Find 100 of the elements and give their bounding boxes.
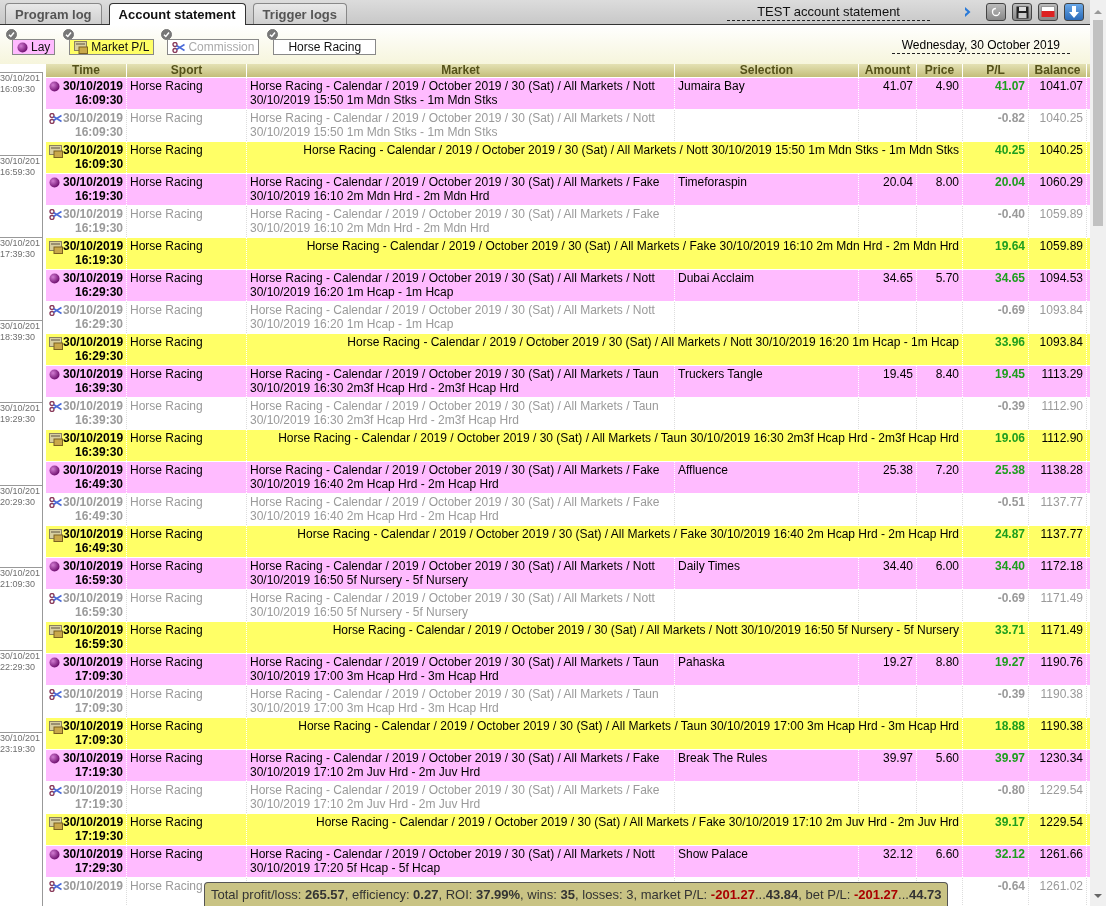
scissors-icon [49, 209, 62, 220]
selection-cell: Jumaira Bay [675, 78, 859, 109]
sport-cell: Horse Racing [127, 110, 247, 141]
table-row[interactable]: 30/10/2019 16:09:30 Horse Racing Horse Racing - Calendar / 2019 / October 2019 / 30 (Sat) / All Markets / Nott 30/10/2019 15:50 1m Mdn Stks - 1m Mdn Stks 40.25 1040.25 [46, 142, 1090, 173]
column-header[interactable]: P/L [963, 64, 1029, 77]
column-header[interactable]: Time [46, 64, 127, 77]
table-row[interactable]: 30/10/2019 16:39:30 Horse Racing Horse Racing - Calendar / 2019 / October 2019 / 30 (Sat) / All Markets / Taun 30/10/2019 16:30 2m3f Hcap Hrd - 2m3f Hcap Hrd Truckers Tangle 19.45 8.40 19.45 1113.29 [46, 366, 1090, 397]
balance-cell: 1172.18 [1029, 558, 1087, 589]
timestamp: 30/10/2019 16:19:30 [62, 175, 123, 203]
tab[interactable]: Program log [5, 3, 102, 24]
dot-icon [17, 41, 28, 53]
column-header[interactable]: Price [917, 64, 963, 77]
sport-cell: Horse Racing [127, 206, 247, 237]
toolbar-button[interactable] [1038, 3, 1058, 21]
table-row[interactable]: 30/10/2019 17:09:30 Horse Racing Horse Racing - Calendar / 2019 / October 2019 / 30 (Sat) / All Markets / Taun 30/10/2019 17:00 3m Hcap Hrd - 3m Hcap Hrd Pahaska 19.27 8.80 19.27 1190.76 [46, 654, 1090, 685]
timeline-label: 30/10/201 19:29:30 [0, 403, 42, 425]
sport-cell: Horse Racing [127, 494, 247, 525]
amount-cell: 39.97 [859, 750, 917, 781]
checkmark-icon[interactable] [161, 29, 173, 40]
price-cell: 5.60 [917, 750, 963, 781]
filter-chip[interactable]: Horse Racing [273, 39, 377, 55]
column-header[interactable]: Amount [859, 64, 917, 77]
checkmark-icon[interactable] [6, 29, 17, 40]
save-button[interactable] [1012, 3, 1032, 21]
pl-cell: -0.80 [963, 782, 1029, 813]
pl-cell: 41.07 [963, 78, 1029, 109]
chevron-icon[interactable] [964, 6, 972, 18]
table-row[interactable]: 30/10/2019 17:09:30 Horse Racing Horse Racing - Calendar / 2019 / October 2019 / 30 (Sat) / All Markets / Taun 30/10/2019 17:00 3m Hcap Hrd - 3m Hcap Hrd 18.88 1190.38 [46, 718, 1090, 749]
table-row[interactable]: 30/10/2019 16:19:30 Horse Racing Horse Racing - Calendar / 2019 / October 2019 / 30 (Sat) / All Markets / Fake 30/10/2019 16:10 2m Mdn Hrd - 2m Mdn Hrd 19.64 1059.89 [46, 238, 1090, 269]
scissors-icon [49, 689, 62, 700]
table-row[interactable]: 30/10/2019 17:29:30 Horse Racing Horse Racing - Calendar / 2019 / October 2019 / 30 (Sat) / All Markets / Nott 30/10/2019 17:20 5f Hcap - 5f Hcap Show Palace 32.12 6.60 32.12 1261.66 [46, 846, 1090, 877]
column-header[interactable]: Sport [127, 64, 247, 77]
dot-icon [49, 369, 60, 380]
column-header[interactable]: Selection [675, 64, 859, 77]
refresh-button[interactable] [986, 3, 1006, 21]
sport-cell: Horse Racing [127, 238, 247, 269]
scroll-up-icon[interactable] [1093, 8, 1103, 16]
table-row[interactable]: 30/10/2019 16:49:30 Horse Racing Horse Racing - Calendar / 2019 / October 2019 / 30 (Sat) / All Markets / Fake 30/10/2019 16:40 2m Hcap Hrd - 2m Hcap Hrd Affluence 25.38 7.20 25.38 1138.28 [46, 462, 1090, 493]
column-header[interactable]: Balance [1029, 64, 1087, 77]
amount-cell: 20.04 [859, 174, 917, 205]
table-row[interactable]: 30/10/2019 16:29:30 Horse Racing Horse Racing - Calendar / 2019 / October 2019 / 30 (Sat) / All Markets / Nott 30/10/2019 16:20 1m Hcap - 1m Hcap Dubai Acclaim 34.65 5.70 34.65 1094.53 [46, 270, 1090, 301]
table-row[interactable]: 30/10/2019 17:19:30 Horse Racing Horse Racing - Calendar / 2019 / October 2019 / 30 (Sat) / All Markets / Fake 30/10/2019 17:10 2m Juv Hrd - 2m Juv Hrd Break The Rules 39.97 5.60 39.97 1230.34 [46, 750, 1090, 781]
cash-icon [74, 40, 89, 54]
date-label: Wednesday, 30 October 2019 [891, 38, 1070, 54]
balance-cell: 1137.77 [1029, 526, 1087, 557]
timestamp: 30/10/2019 17:19:30 [62, 783, 123, 811]
table-row[interactable]: 30/10/2019 16:59:30 Horse Racing Horse Racing - Calendar / 2019 / October 2019 / 30 (Sat) / All Markets / Nott 30/10/2019 16:50 5f Nursery - 5f Nursery 33.71 1171.49 [46, 622, 1090, 653]
tab[interactable]: Trigger logs [252, 3, 347, 24]
sport-cell: Horse Racing [127, 174, 247, 205]
sport-cell: Horse Racing [127, 814, 247, 845]
timestamp: 30/10/2019 16:09:30 [62, 79, 123, 107]
market-cell: Horse Racing - Calendar / 2019 / October 2019 / 30 (Sat) / All Markets / Fake 30/10/2019 17:10 2m Juv Hrd - 2m Juv Hrd [247, 782, 675, 813]
price-cell: 6.60 [917, 846, 963, 877]
amount-cell: 19.27 [859, 654, 917, 685]
balance-cell: 1059.89 [1029, 238, 1087, 269]
amount-cell: 34.65 [859, 270, 917, 301]
balance-cell: 1229.54 [1029, 814, 1087, 845]
balance-cell: 1040.25 [1029, 110, 1087, 141]
table-row[interactable]: 30/10/2019 16:39:30 Horse Racing Horse Racing - Calendar / 2019 / October 2019 / 30 (Sat) / All Markets / Taun 30/10/2019 16:30 2m3f Hcap Hrd - 2m3f Hcap Hrd 19.06 1112.90 [46, 430, 1090, 461]
market-cell: Horse Racing - Calendar / 2019 / October 2019 / 30 (Sat) / All Markets / Fake 30/10/2019 16:10 2m Mdn Hrd - 2m Mdn Hrd [247, 174, 675, 205]
filter-chip[interactable]: Lay [12, 39, 56, 55]
amount-cell: 41.07 [859, 78, 917, 109]
download-button[interactable] [1064, 3, 1084, 21]
table-row[interactable]: 30/10/2019 16:19:30 Horse Racing Horse Racing - Calendar / 2019 / October 2019 / 30 (Sat) / All Markets / Fake 30/10/2019 16:10 2m Mdn Hrd - 2m Mdn Hrd Timeforaspin 20.04 8.00 20.04 1060.29 [46, 174, 1090, 205]
table-row[interactable]: 30/10/2019 16:59:30 Horse Racing Horse Racing - Calendar / 2019 / October 2019 / 30 (Sat) / All Markets / Nott 30/10/2019 16:50 5f Nursery - 5f Nursery Daily Times 34.40 6.00 34.40 1172.18 [46, 558, 1090, 589]
amount-cell: 32.12 [859, 846, 917, 877]
down-arrow-icon [1069, 6, 1079, 18]
account-title[interactable]: TEST account statement [727, 3, 930, 21]
balance-cell: 1261.02 [1029, 878, 1087, 906]
balance-cell: 1060.29 [1029, 174, 1087, 205]
timeline-label: 30/10/201 17:39:30 [0, 238, 42, 260]
market-cell: Horse Racing - Calendar / 2019 / October 2019 / 30 (Sat) / All Markets / Nott 30/10/2019 16:50 5f Nursery - 5f Nursery [247, 590, 675, 621]
scroll-down-icon[interactable] [1093, 892, 1103, 900]
dot-icon [49, 81, 60, 92]
scissors-icon [49, 497, 62, 508]
market-cell: Horse Racing - Calendar / 2019 / October 2019 / 30 (Sat) / All Markets / Nott 30/10/2019 16:50 5f Nursery - 5f Nursery [247, 558, 675, 589]
table-row[interactable]: 30/10/2019 17:19:30 Horse Racing Horse Racing - Calendar / 2019 / October 2019 / 30 (Sat) / All Markets / Fake 30/10/2019 17:10 2m Juv Hrd - 2m Juv Hrd 39.17 1229.54 [46, 814, 1090, 845]
filter-chip[interactable]: Market P/L [69, 39, 155, 55]
checkmark-icon[interactable] [267, 29, 279, 40]
pl-cell: 19.64 [963, 238, 1029, 269]
table-row[interactable]: 30/10/2019 16:49:30 Horse Racing Horse Racing - Calendar / 2019 / October 2019 / 30 (Sat) / All Markets / Fake 30/10/2019 16:40 2m Hcap Hrd - 2m Hcap Hrd 24.87 1137.77 [46, 526, 1090, 557]
tab[interactable]: Account statement [108, 3, 246, 25]
timestamp: 30/10/2019 16:59:30 [63, 623, 124, 651]
sport-cell: Horse Racing [127, 334, 247, 365]
scrollbar[interactable] [1090, 0, 1106, 906]
dot-icon [49, 465, 60, 476]
price-cell: 6.00 [917, 558, 963, 589]
balance-cell: 1190.38 [1029, 718, 1087, 749]
price-cell: 8.40 [917, 366, 963, 397]
table-row[interactable]: 30/10/2019 16:09:30 Horse Racing Horse Racing - Calendar / 2019 / October 2019 / 30 (Sat) / All Markets / Nott 30/10/2019 15:50 1m Mdn Stks - 1m Mdn Stks Jumaira Bay 41.07 4.90 41.07 1041.07 [46, 78, 1090, 109]
market-cell: Horse Racing - Calendar / 2019 / October 2019 / 30 (Sat) / All Markets / Taun 30/10/2019 17:00 3m Hcap Hrd - 3m Hcap Hrd [247, 718, 963, 749]
cash-icon [49, 817, 63, 830]
timeline-label: 30/10/201 23:19:30 [0, 733, 42, 755]
pl-cell: 39.17 [963, 814, 1029, 845]
checkmark-icon[interactable] [63, 29, 75, 40]
pl-cell: 32.12 [963, 846, 1029, 877]
column-header[interactable]: Market [247, 64, 675, 77]
sport-cell: Horse Racing [127, 750, 247, 781]
table-row[interactable]: 30/10/2019 16:29:30 Horse Racing Horse Racing - Calendar / 2019 / October 2019 / 30 (Sat) / All Markets / Nott 30/10/2019 16:20 1m Hcap - 1m Hcap 33.96 1093.84 [46, 334, 1090, 365]
scrollbar-thumb[interactable] [1093, 20, 1103, 226]
